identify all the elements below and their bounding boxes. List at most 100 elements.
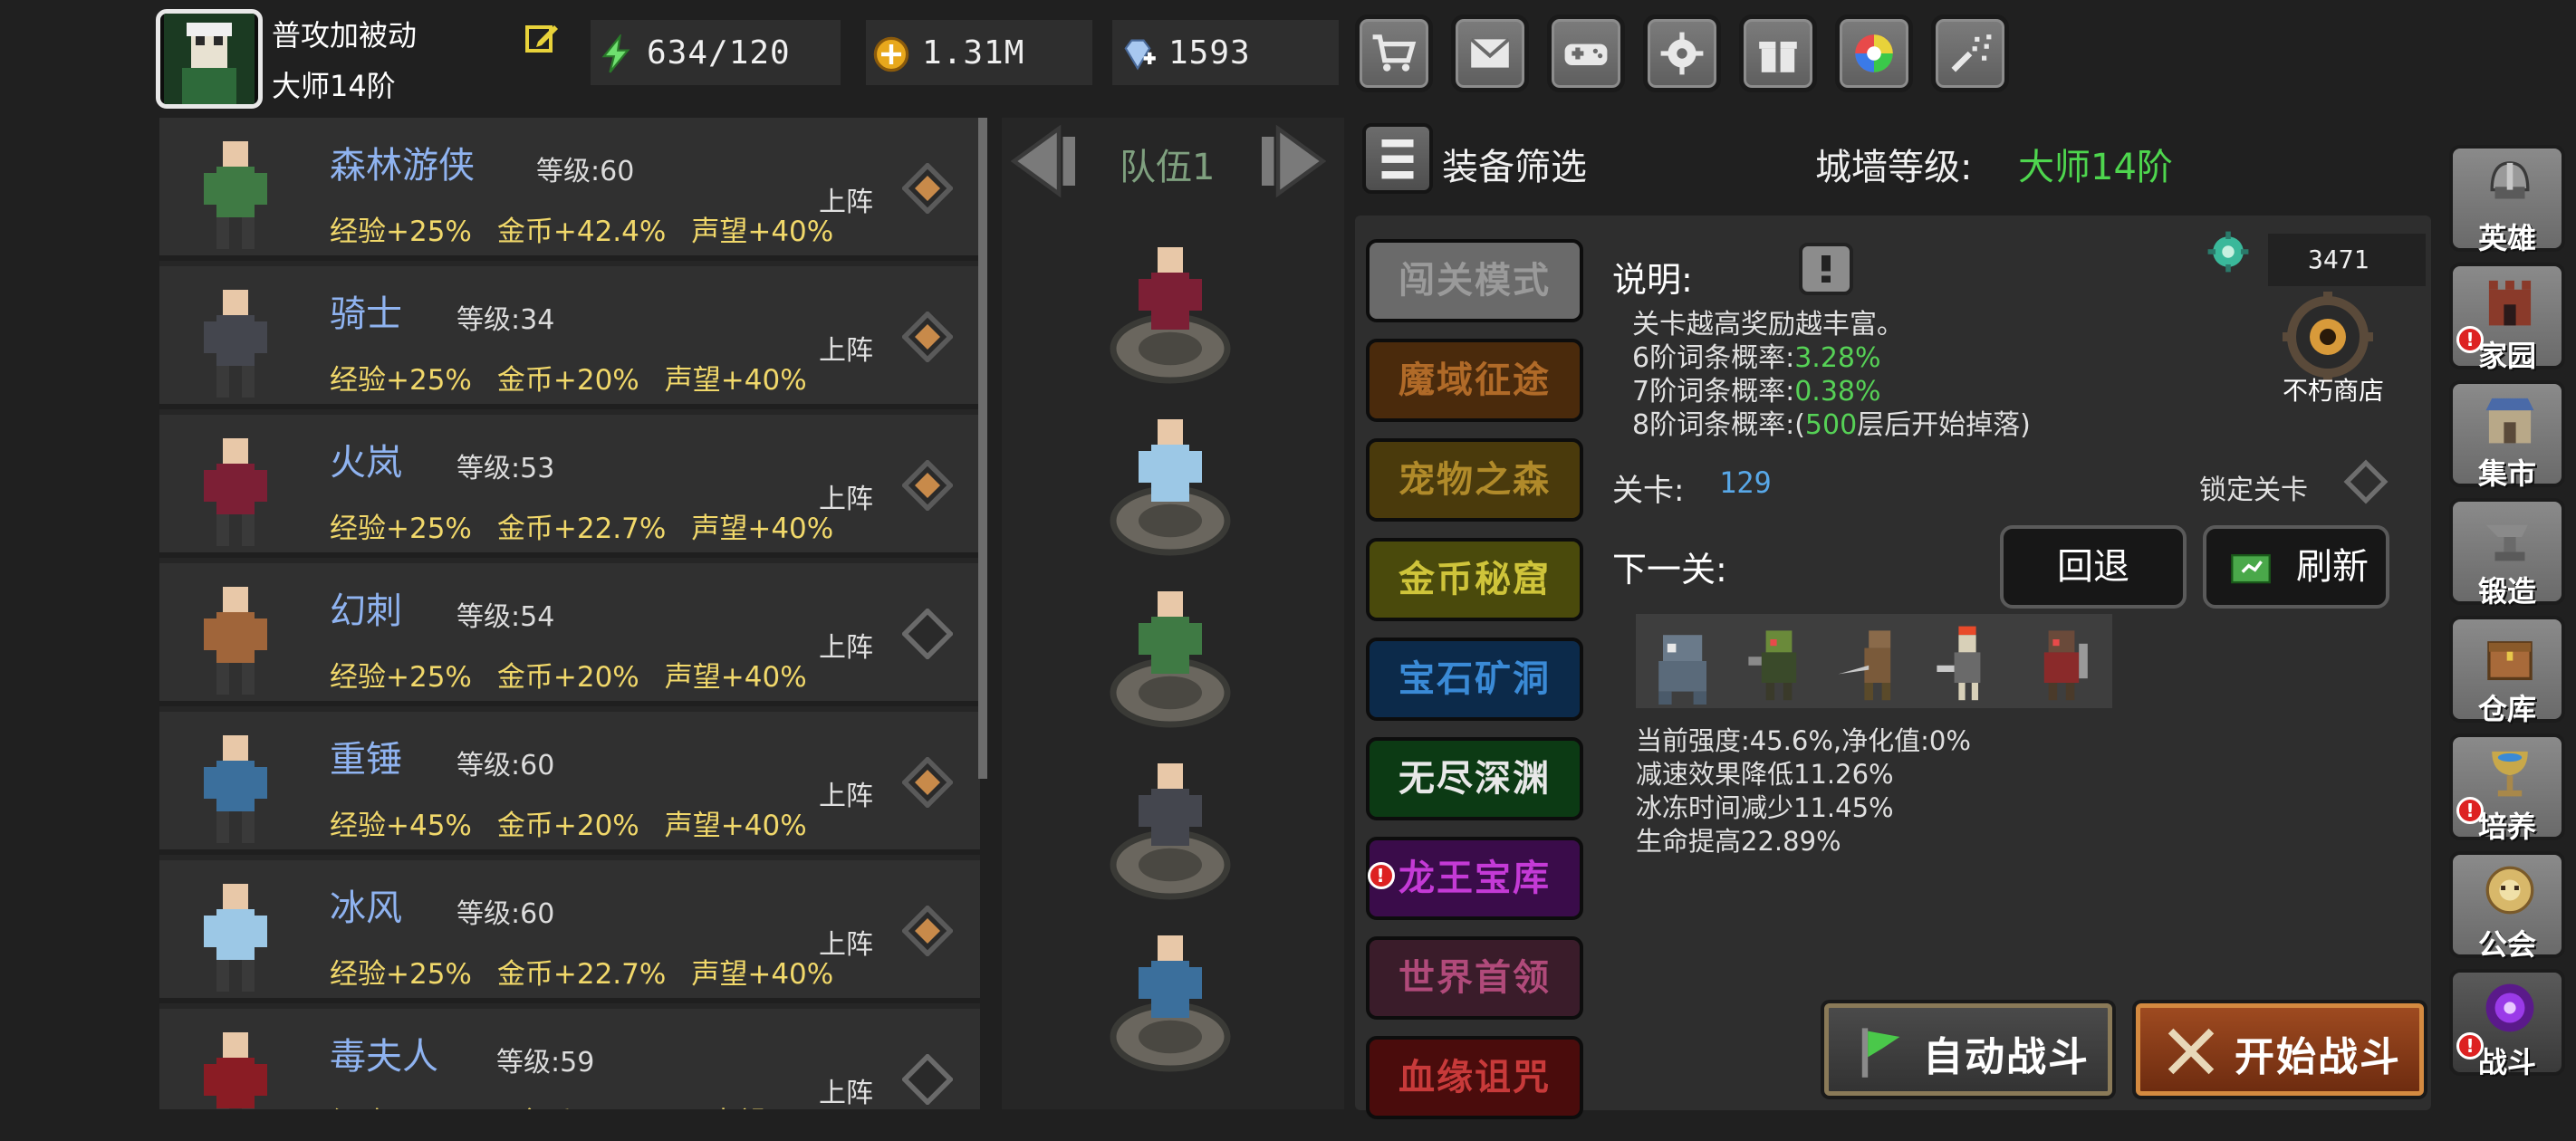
immortal-shop-icon[interactable] <box>2283 292 2373 382</box>
hero-row[interactable]: 毒夫人 等级:59 经验+102% 金币+32.5% 声望 上阵 <box>159 1009 980 1109</box>
nav-portal-button[interactable]: 战斗! <box>2449 969 2565 1079</box>
shop-cart-button[interactable] <box>1355 14 1433 92</box>
refresh-icon <box>2231 554 2271 584</box>
description-title: 说明: <box>1612 260 1693 300</box>
mail-icon <box>1469 37 1511 68</box>
deploy-label[interactable]: 上阵 <box>819 476 873 516</box>
mode-button[interactable]: 无尽深渊 <box>1366 737 1583 820</box>
nav-storage-box-button[interactable]: 仓库 <box>2449 616 2565 726</box>
nav-anvil-button[interactable]: 锻造 <box>2449 498 2565 609</box>
deploy-label[interactable]: 上阵 <box>819 328 873 368</box>
hero-row[interactable]: 骑士 等级:34 经验+25% 金币+20% 声望+40% 上阵 <box>159 266 980 409</box>
auto-battle-button[interactable]: 自动战斗 <box>1824 1003 2112 1096</box>
energy-display: 634/120 <box>591 20 841 85</box>
refresh-button[interactable]: 刷新 <box>2203 525 2389 609</box>
deploy-toggle-icon[interactable] <box>902 312 953 362</box>
mode-button-label: 龙王宝库 <box>1399 858 1551 899</box>
hero-row[interactable]: 幻刺 等级:54 经验+25% 金币+20% 声望+40% 上阵 <box>159 563 980 706</box>
mode-button[interactable]: 宠物之森 <box>1366 438 1583 522</box>
deploy-toggle-icon[interactable] <box>902 757 953 808</box>
modifier-line: 当前强度:45.6%,净化值:0% <box>1636 725 1971 756</box>
info-button[interactable] <box>1799 243 1853 295</box>
hero-name: 幻刺 <box>330 590 402 632</box>
deploy-toggle-icon[interactable] <box>902 460 953 511</box>
deploy-label[interactable]: 上阵 <box>819 922 873 962</box>
back-button[interactable]: 回退 <box>2000 525 2187 609</box>
equipment-filter-button[interactable] <box>1362 123 1433 194</box>
team-prev-arrow[interactable] <box>1002 120 1083 203</box>
mode-button[interactable]: 宝石矿洞 <box>1366 638 1583 721</box>
hero-bonuses: 经验+25% 金币+42.4% 声望+40% <box>330 208 859 249</box>
hero-row[interactable]: 重锤 等级:60 经验+45% 金币+20% 声望+40% 上阵 <box>159 712 980 855</box>
lock-stage-toggle[interactable] <box>2342 458 2389 505</box>
immortal-shop-label[interactable]: 不朽商店 <box>2283 371 2384 408</box>
mail-button[interactable] <box>1451 14 1529 92</box>
mode-button[interactable]: 金币秘窟 <box>1366 538 1583 621</box>
hero-list-scrollbar[interactable] <box>978 118 987 779</box>
alert-badge-icon: ! <box>1368 862 1395 889</box>
nav-guild-emblem-button[interactable]: 公会 <box>2449 851 2565 962</box>
anvil-icon <box>2485 524 2528 561</box>
team-slot[interactable] <box>1107 922 1234 1076</box>
mode-button[interactable]: 血缘诅咒 <box>1366 1036 1583 1119</box>
nav-market-button[interactable]: 集市 <box>2449 380 2565 491</box>
storage-box-icon <box>2487 641 2533 681</box>
nav-chalice-button[interactable]: 培养! <box>2449 734 2565 844</box>
gamepad-button[interactable] <box>1547 14 1625 92</box>
nav-label: 英雄 <box>2477 221 2536 255</box>
diamond-plus-icon[interactable] <box>1118 34 1158 74</box>
mode-button[interactable]: 龙王宝库! <box>1366 837 1583 920</box>
team-next-arrow[interactable] <box>1254 120 1335 203</box>
gift-button[interactable] <box>1739 14 1817 92</box>
deploy-toggle-icon[interactable] <box>902 906 953 956</box>
hero-list[interactable]: 森林游侠 等级:60 经验+25% 金币+42.4% 声望+40% 上阵 骑士 等级:34 经验… <box>159 118 980 1109</box>
deploy-label[interactable]: 上阵 <box>819 1070 873 1109</box>
hero-portrait <box>204 884 267 992</box>
settings-gear-icon <box>1660 32 1704 75</box>
equipment-filter-label[interactable]: 装备筛选 <box>1442 138 1587 190</box>
mode-button[interactable]: 闯关模式 <box>1366 239 1583 322</box>
fireworks-button[interactable] <box>1931 14 2009 92</box>
deploy-label[interactable]: 上阵 <box>819 773 873 813</box>
next-stage-modifiers: 当前强度:45.6%,净化值:0% 减速效果降低11.26% 冰冻时间减少11.… <box>1636 724 1971 858</box>
deploy-toggle-icon[interactable] <box>902 609 953 659</box>
mode-button[interactable]: 魔域征途 <box>1366 339 1583 422</box>
gold-bonus: 金币+32.5% <box>515 1107 684 1109</box>
nav-castle-button[interactable]: 家园! <box>2449 263 2565 373</box>
hero-portrait <box>204 290 267 398</box>
deploy-toggle-icon[interactable] <box>902 163 953 214</box>
deploy-label[interactable]: 上阵 <box>819 625 873 665</box>
deploy-label[interactable]: 上阵 <box>819 179 873 219</box>
mode-button[interactable]: 世界首领 <box>1366 936 1583 1020</box>
hero-row[interactable]: 森林游侠 等级:60 经验+25% 金币+42.4% 声望+40% 上阵 <box>159 118 980 261</box>
team-slot[interactable] <box>1107 750 1234 904</box>
color-wheel-button[interactable] <box>1835 14 1913 92</box>
settings-button[interactable] <box>1643 14 1721 92</box>
hero-row[interactable]: 冰风 等级:60 经验+25% 金币+22.7% 声望+40% 上阵 <box>159 860 980 1003</box>
hero-bonuses: 经验+25% 金币+20% 声望+40% <box>330 654 832 695</box>
mode-button-label: 闯关模式 <box>1399 260 1551 302</box>
portal-icon <box>2485 983 2534 1032</box>
fame-bonus: 声望+40% <box>664 661 807 694</box>
gold-bonus: 金币+20% <box>496 661 639 694</box>
goblin-enemy <box>1748 630 1797 701</box>
gold-coin-plus-icon[interactable] <box>871 34 911 74</box>
gold-bonus: 金币+42.4% <box>496 216 667 248</box>
nav-helmet-button[interactable]: 英雄 <box>2449 145 2565 255</box>
mode-button-label: 宠物之森 <box>1399 459 1551 501</box>
edit-name-icon[interactable] <box>524 20 560 56</box>
mode-button-label: 血缘诅咒 <box>1399 1057 1551 1098</box>
team-slot[interactable] <box>1107 234 1234 388</box>
auto-battle-label: 自动战斗 <box>1923 1034 2090 1080</box>
alert-badge-icon: ! <box>2456 1032 2484 1060</box>
lock-stage-label[interactable]: 锁定关卡 <box>2199 467 2308 507</box>
hero-bonuses: 经验+25% 金币+22.7% 声望+40% <box>330 951 859 992</box>
hero-level: 等级:54 <box>457 601 555 633</box>
stage-number: 129 <box>1719 465 1772 500</box>
start-battle-button[interactable]: 开始战斗 <box>2136 1003 2424 1096</box>
player-avatar[interactable] <box>156 9 263 109</box>
team-slot[interactable] <box>1107 578 1234 732</box>
deploy-toggle-icon[interactable] <box>902 1054 953 1105</box>
team-slot[interactable] <box>1107 406 1234 560</box>
hero-row[interactable]: 火岚 等级:53 经验+25% 金币+22.7% 声望+40% 上阵 <box>159 415 980 558</box>
